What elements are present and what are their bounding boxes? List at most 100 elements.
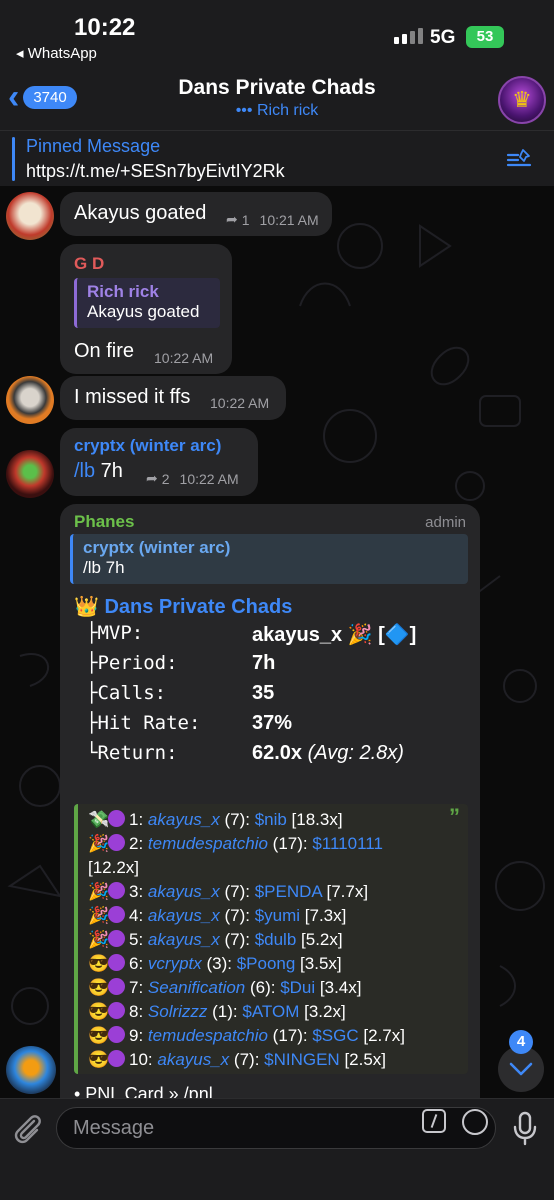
quote-icon: ” (449, 804, 460, 829)
row-user[interactable]: akayus_x (148, 930, 220, 949)
pinned-link[interactable]: https://t.me/+SESn7byEivtIY2Rk (26, 161, 285, 182)
avatar[interactable] (6, 376, 54, 424)
purple-dot-icon (108, 1050, 125, 1067)
row-token[interactable]: $nib (255, 810, 287, 829)
stat-row-return: └Return: 62.0x (Avg: 2.8x) (86, 742, 486, 772)
row-emoji: 😎 (88, 1050, 110, 1069)
row-rank: 10: (129, 1050, 158, 1069)
microphone-icon[interactable] (512, 1111, 538, 1147)
unread-badge: 4 (509, 1030, 533, 1054)
command-link[interactable]: /lb (74, 460, 95, 482)
row-token[interactable]: $1110111 (312, 834, 383, 853)
row-user[interactable]: akayus_x (157, 1050, 229, 1069)
back-to-app-link[interactable]: ◂ WhatsApp (16, 44, 97, 62)
row-token[interactable]: $yumi (255, 906, 300, 925)
message-bubble[interactable]: G D Rich rick Akayus goated On fire 10:2… (60, 244, 232, 374)
row-token[interactable]: $PENDA (255, 882, 322, 901)
message-list[interactable]: Akayus goated ➦ 1 10:21 AM G D Rich rick… (0, 186, 554, 1098)
leaderboard-row: 🎉 4: akayus_x (7): $yumi [7.3x] (88, 906, 346, 926)
message-time: 10:22 AM (179, 470, 239, 487)
row-rank: 7: (129, 978, 148, 997)
message-bubble[interactable]: cryptx (winter arc) /lb 7h ➦ 2 10:22 AM (60, 428, 258, 496)
row-calls: (3): (201, 954, 237, 973)
purple-dot-icon (108, 1002, 125, 1019)
row-rank: 1: (129, 810, 148, 829)
purple-dot-icon (108, 930, 125, 947)
row-calls: (17): (267, 1026, 313, 1045)
status-bar: 10:22 ◂ WhatsApp 5G 53 (0, 0, 554, 70)
battery-icon: 53 (466, 26, 504, 48)
avatar[interactable] (6, 1046, 56, 1094)
status-time: 10:22 (74, 14, 136, 41)
input-bar: Message (0, 1098, 554, 1200)
row-user[interactable]: temudespatchio (148, 834, 268, 853)
row-user[interactable]: Solrizzz (148, 1002, 208, 1021)
leaderboard-list: ” 💸 1: akayus_x (7): $nib [18.3x] 🎉 2: temu… (74, 804, 468, 1074)
leaderboard-title: 👑 Dans Private Chads (74, 594, 292, 619)
chat-header: ‹ 3740 Dans Private Chads ••• Rich rick (0, 70, 554, 130)
leaderboard-row: 😎 8: Solrizzz (1): $ATOM [3.2x] (88, 1002, 346, 1022)
sender-name[interactable]: Phanes (74, 512, 134, 532)
row-user[interactable]: Seanification (148, 978, 245, 997)
row-calls: (7): (219, 930, 255, 949)
row-user[interactable]: temudespatchio (148, 1026, 268, 1045)
row-multiplier: [2.5x] (339, 1050, 387, 1069)
row-rank: 4: (129, 906, 148, 925)
group-avatar[interactable] (498, 76, 546, 124)
pinned-label: Pinned Message (26, 136, 161, 156)
row-user[interactable]: akayus_x (148, 906, 220, 925)
row-calls: (7): (219, 882, 255, 901)
leaderboard-row: 😎 7: Seanification (6): $Dui [3.4x] (88, 978, 361, 998)
row-token[interactable]: $NINGEN (264, 1050, 340, 1069)
row-user[interactable]: akayus_x (148, 882, 220, 901)
avatar[interactable] (6, 450, 54, 498)
purple-dot-icon (108, 906, 125, 923)
commands-icon[interactable] (422, 1109, 446, 1133)
message-placeholder: Message (73, 1117, 155, 1139)
leaderboard-row: 🎉 3: akayus_x (7): $PENDA [7.7x] (88, 882, 368, 902)
sender-name[interactable]: G D (74, 254, 104, 274)
reply-sender: Rich rick (87, 282, 159, 301)
command-arg: 7h (95, 460, 123, 482)
row-emoji: 😎 (88, 954, 110, 973)
message-time: 10:22 AM (210, 395, 270, 411)
signal-icon (394, 28, 423, 44)
row-emoji: 😎 (88, 978, 110, 997)
message-bubble[interactable]: Akayus goated ➦ 1 10:21 AM (60, 192, 332, 236)
row-multiplier: [7.7x] (321, 882, 369, 901)
reply-quote[interactable]: cryptx (winter arc) /lb 7h (70, 534, 468, 584)
message-meta: ➦ 2 10:22 AM (146, 470, 239, 487)
timer-icon[interactable] (462, 1109, 488, 1135)
pinned-list-icon[interactable] (506, 147, 534, 169)
row-token[interactable]: $Poong (237, 954, 296, 973)
chat-title[interactable]: Dans Private Chads (0, 76, 554, 100)
paperclip-icon[interactable] (12, 1111, 44, 1147)
stat-key: ├MVP: (86, 622, 144, 644)
avatar[interactable] (6, 192, 54, 240)
chevron-down-icon (509, 1062, 533, 1076)
reply-arrow-icon: ➦ (226, 211, 238, 227)
message-meta: ➦ 1 10:21 AM (226, 211, 319, 228)
reply-text: /lb 7h (83, 558, 125, 577)
stat-row-hit-rate: ├Hit Rate: 37% (86, 712, 486, 742)
row-token[interactable]: $SGC (312, 1026, 358, 1045)
leaderboard-row: 😎 10: akayus_x (7): $NINGEN [2.5x] (88, 1050, 386, 1070)
sender-name[interactable]: cryptx (winter arc) (74, 436, 221, 456)
row-user[interactable]: vcryptx (148, 954, 202, 973)
row-user[interactable]: akayus_x (148, 810, 220, 829)
row-token[interactable]: $dulb (255, 930, 297, 949)
pnl-card-link[interactable]: • PNL Card » /pnl (74, 1084, 213, 1098)
row-multiplier: [3.4x] (315, 978, 362, 997)
stat-key: ├Period: (86, 652, 178, 674)
row-token[interactable]: $Dui (280, 978, 315, 997)
row-rank: 2: (129, 834, 148, 853)
message-time: 10:21 AM (259, 211, 319, 228)
pinned-message-bar[interactable]: Pinned Message https://t.me/+SESn7byEivt… (0, 130, 554, 186)
row-emoji: 🎉 (88, 882, 110, 901)
reply-quote[interactable]: Rich rick Akayus goated (74, 278, 220, 328)
message-time: 10:22 AM (154, 350, 214, 366)
crown-icon: 👑 (74, 596, 99, 618)
row-emoji: 🎉 (88, 930, 110, 949)
row-token[interactable]: $ATOM (242, 1002, 299, 1021)
message-bubble[interactable]: I missed it ffs 10:22 AM (60, 376, 286, 420)
